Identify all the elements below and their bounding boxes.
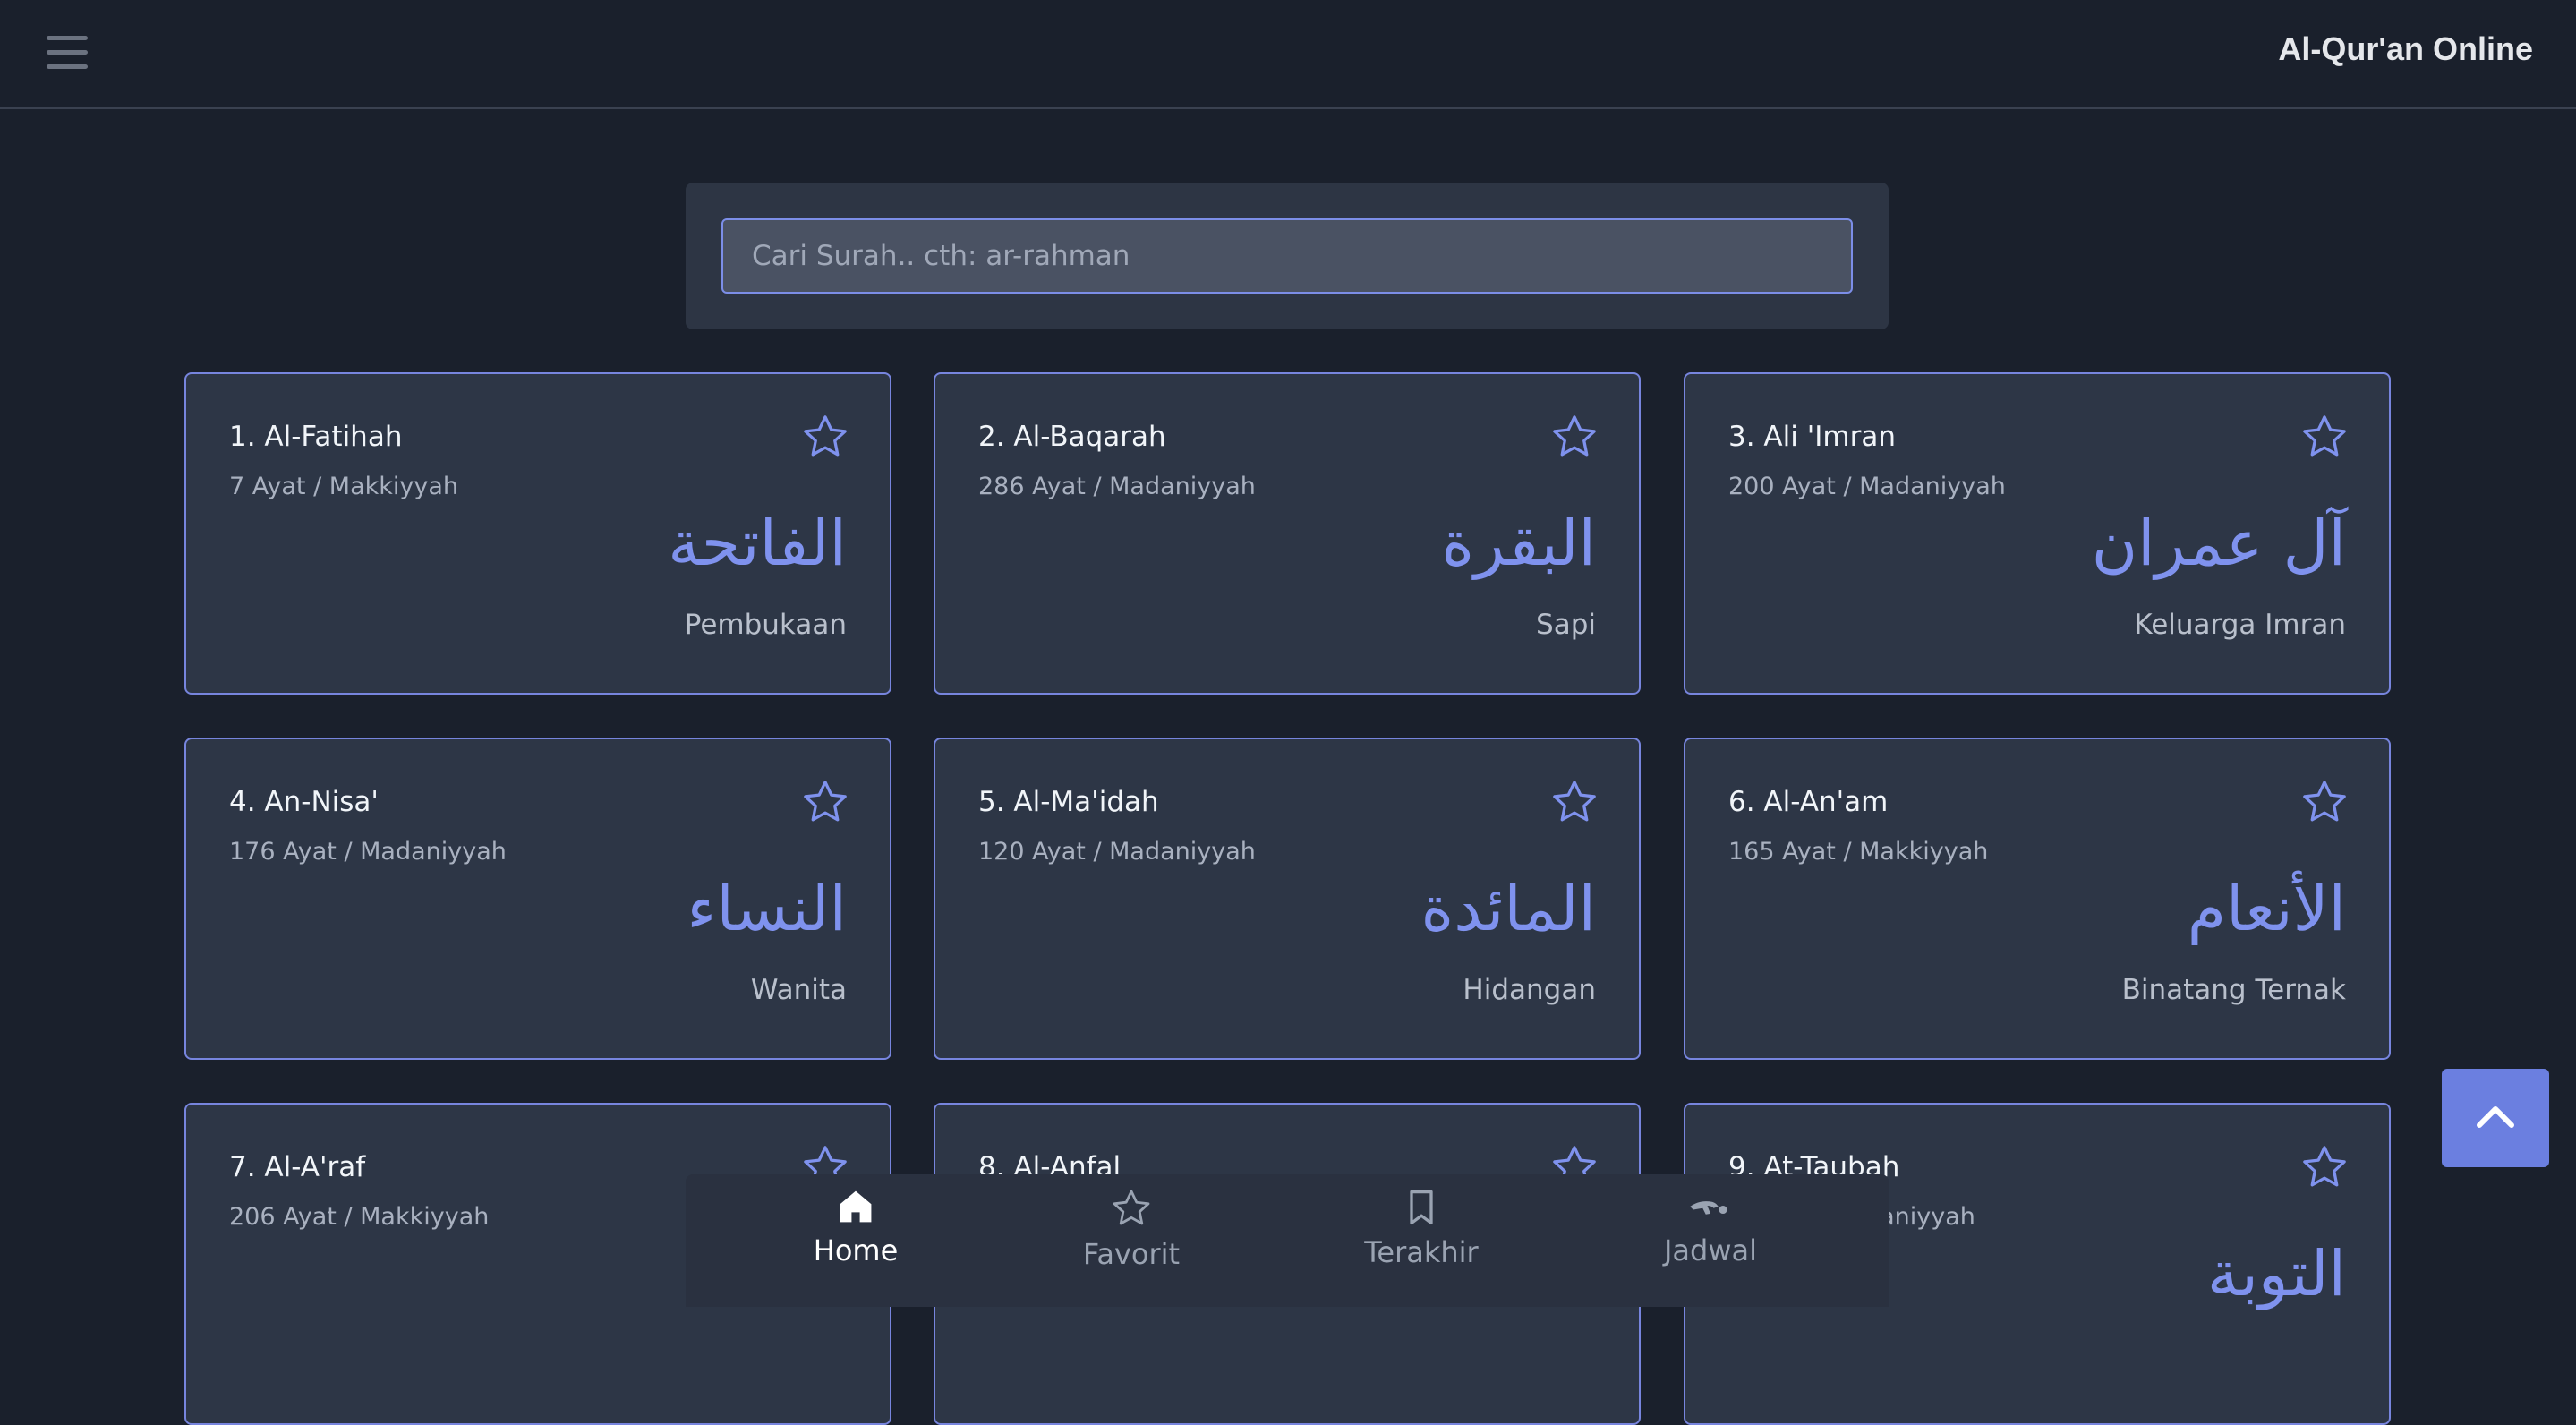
nav-terakhir-label: Terakhir bbox=[1364, 1235, 1479, 1269]
hamburger-icon-line bbox=[47, 50, 88, 55]
nav-home[interactable]: Home bbox=[766, 1187, 945, 1294]
nav-home-label: Home bbox=[813, 1233, 899, 1267]
nav-jadwal[interactable]: Jadwal bbox=[1621, 1187, 1800, 1294]
scroll-to-top-button[interactable] bbox=[2442, 1069, 2549, 1167]
favorite-star-icon[interactable] bbox=[2299, 1142, 2350, 1192]
surah-arabic-name: الفاتحة bbox=[668, 507, 847, 580]
nav-favorit-label: Favorit bbox=[1082, 1237, 1181, 1271]
surah-meaning: Hidangan bbox=[1463, 974, 1596, 1006]
surah-card[interactable]: 6. Al-An'am 165 Ayat / Makkiyyah الأنعام… bbox=[1684, 738, 2391, 1060]
surah-card[interactable]: 2. Al-Baqarah 286 Ayat / Madaniyyah البق… bbox=[934, 372, 1641, 695]
favorite-star-icon[interactable] bbox=[800, 777, 850, 827]
surah-meaning: Sapi bbox=[1536, 609, 1596, 641]
surah-arabic-name: المائدة bbox=[1420, 872, 1596, 945]
search-panel bbox=[686, 183, 1889, 329]
surah-name: 5. Al-Ma'idah bbox=[978, 786, 1159, 818]
nav-terakhir[interactable]: Terakhir bbox=[1332, 1187, 1511, 1294]
surah-meaning: Binatang Ternak bbox=[2121, 974, 2346, 1006]
surah-card[interactable]: 1. Al-Fatihah 7 Ayat / Makkiyyah الفاتحة… bbox=[184, 372, 891, 695]
bottom-navigation: Home Favorit Terakhir Jadwal bbox=[686, 1174, 1889, 1307]
surah-name: 2. Al-Baqarah bbox=[978, 421, 1166, 453]
surah-arabic-name: النساء bbox=[687, 872, 847, 945]
favorite-star-icon[interactable] bbox=[1549, 777, 1599, 827]
top-bar: Al-Qur'an Online bbox=[0, 0, 2576, 109]
surah-meta: 120 Ayat / Madaniyyah bbox=[978, 838, 1256, 866]
home-icon bbox=[840, 1190, 872, 1223]
surah-meta: 200 Ayat / Madaniyyah bbox=[1728, 473, 2006, 500]
nav-favorit[interactable]: Favorit bbox=[1042, 1187, 1221, 1294]
surah-name: 4. An-Nisa' bbox=[229, 786, 379, 818]
hamburger-icon-line bbox=[47, 64, 88, 69]
nav-jadwal-label: Jadwal bbox=[1663, 1233, 1758, 1267]
surah-name: 6. Al-An'am bbox=[1728, 786, 1889, 818]
hamburger-menu-button[interactable] bbox=[45, 32, 95, 75]
search-input[interactable] bbox=[721, 218, 1853, 294]
hamburger-icon-line bbox=[47, 36, 88, 40]
surah-meaning: Pembukaan bbox=[684, 609, 847, 641]
surah-meaning: Keluarga Imran bbox=[2134, 609, 2346, 641]
surah-card[interactable]: 4. An-Nisa' 176 Ayat / Madaniyyah النساء… bbox=[184, 738, 891, 1060]
favorite-star-icon[interactable] bbox=[800, 412, 850, 462]
surah-meta: 286 Ayat / Madaniyyah bbox=[978, 473, 1256, 500]
surah-meta: 206 Ayat / Makkiyyah bbox=[229, 1203, 490, 1231]
star-icon bbox=[1113, 1190, 1150, 1225]
chevron-up-icon bbox=[2477, 1106, 2514, 1128]
bookmark-icon bbox=[1410, 1190, 1433, 1225]
surah-arabic-name: التوبة bbox=[2206, 1237, 2346, 1310]
surah-name: 1. Al-Fatihah bbox=[229, 421, 403, 453]
surah-name: 7. Al-A'raf bbox=[229, 1151, 366, 1183]
surah-meta: 7 Ayat / Makkiyyah bbox=[229, 473, 458, 500]
favorite-star-icon[interactable] bbox=[2299, 412, 2350, 462]
favorite-star-icon[interactable] bbox=[1549, 412, 1599, 462]
surah-meaning: Wanita bbox=[750, 974, 847, 1006]
surah-arabic-name: البقرة bbox=[1441, 507, 1596, 580]
app-title: Al-Qur'an Online bbox=[2278, 30, 2533, 67]
surah-name: 3. Ali 'Imran bbox=[1728, 421, 1896, 453]
surah-arabic-name: الأنعام bbox=[2187, 872, 2346, 945]
favorite-star-icon[interactable] bbox=[2299, 777, 2350, 827]
prayer-icon bbox=[1690, 1201, 1727, 1215]
surah-meta: 176 Ayat / Madaniyyah bbox=[229, 838, 507, 866]
surah-arabic-name: آل عمران bbox=[2091, 507, 2346, 580]
surah-card[interactable]: 5. Al-Ma'idah 120 Ayat / Madaniyyah الما… bbox=[934, 738, 1641, 1060]
surah-meta: 165 Ayat / Makkiyyah bbox=[1728, 838, 1989, 866]
surah-card[interactable]: 3. Ali 'Imran 200 Ayat / Madaniyyah آل ع… bbox=[1684, 372, 2391, 695]
